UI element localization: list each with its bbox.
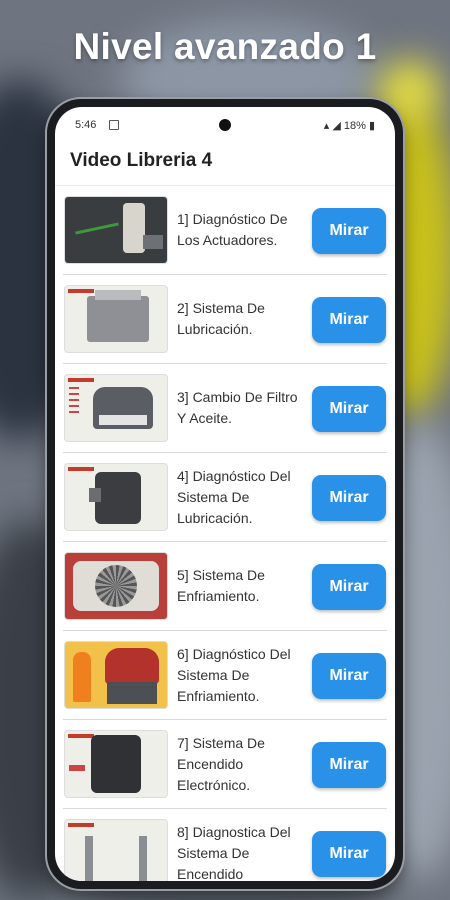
list-item[interactable]: 3] Cambio De Filtro Y Aceite. Mirar (63, 364, 387, 453)
video-thumbnail (65, 464, 167, 530)
watch-button[interactable]: Mirar (312, 653, 386, 699)
video-thumbnail (65, 375, 167, 441)
video-title: 6] Diagnóstico Del Sistema De Enfriamien… (177, 645, 291, 704)
phone-screen: 5:46 ▴ ◢ 18% ▮ Video Libreria 4 1] Diagn… (55, 107, 395, 881)
video-thumbnail (65, 553, 167, 619)
video-thumbnail (65, 286, 167, 352)
list-item[interactable]: 1] Diagnóstico De Los Actuadores. Mirar (63, 186, 387, 275)
watch-button[interactable]: Mirar (312, 564, 386, 610)
list-item[interactable]: 6] Diagnóstico Del Sistema De Enfriamien… (63, 631, 387, 720)
status-right: ▴ ◢ 18% ▮ (324, 119, 375, 132)
battery-icon: ▮ (368, 120, 375, 132)
list-item[interactable]: 7] Sistema De Encendido Electrónico. Mir… (63, 720, 387, 809)
video-title: 3] Cambio De Filtro Y Aceite. (177, 389, 298, 426)
promo-headline: Nivel avanzado 1 (73, 26, 377, 67)
video-title: 1] Diagnóstico De Los Actuadores. (177, 211, 288, 248)
video-title: 4] Diagnóstico Del Sistema De Lubricació… (177, 467, 291, 526)
list-item[interactable]: 2] Sistema De Lubricación. Mirar (63, 275, 387, 364)
video-title: 2] Sistema De Lubricación. (177, 300, 265, 337)
list-item[interactable]: 8] Diagnostica Del Sistema De Encendido … (63, 809, 387, 881)
video-thumbnail (65, 642, 167, 708)
watch-button[interactable]: Mirar (312, 831, 386, 877)
signal-icon: ▴ ◢ (323, 120, 344, 132)
status-bar: 5:46 ▴ ◢ 18% ▮ (55, 107, 395, 137)
video-title: 7] Sistema De Encendido Electrónico. (177, 734, 265, 793)
watch-button[interactable]: Mirar (312, 742, 386, 788)
list-item[interactable]: 5] Sistema De Enfriamiento. Mirar (63, 542, 387, 631)
watch-button[interactable]: Mirar (312, 208, 386, 254)
list-item[interactable]: 4] Diagnóstico Del Sistema De Lubricació… (63, 453, 387, 542)
video-thumbnail (65, 197, 167, 263)
status-time: 5:46 (75, 119, 97, 131)
front-camera (219, 119, 231, 131)
notification-icon (109, 120, 119, 130)
watch-button[interactable]: Mirar (312, 297, 386, 343)
watch-button[interactable]: Mirar (312, 475, 386, 521)
phone-frame: 5:46 ▴ ◢ 18% ▮ Video Libreria 4 1] Diagn… (47, 99, 403, 889)
video-title: 5] Sistema De Enfriamiento. (177, 567, 265, 604)
video-title: 8] Diagnostica Del Sistema De Encendido (177, 823, 291, 882)
video-thumbnail (65, 820, 167, 881)
video-list: 1] Diagnóstico De Los Actuadores. Mirar … (55, 186, 395, 881)
watch-button[interactable]: Mirar (312, 386, 386, 432)
battery-level: 18% (343, 120, 366, 132)
app-title: Video Libreria 4 (55, 137, 395, 186)
video-thumbnail (65, 731, 167, 797)
